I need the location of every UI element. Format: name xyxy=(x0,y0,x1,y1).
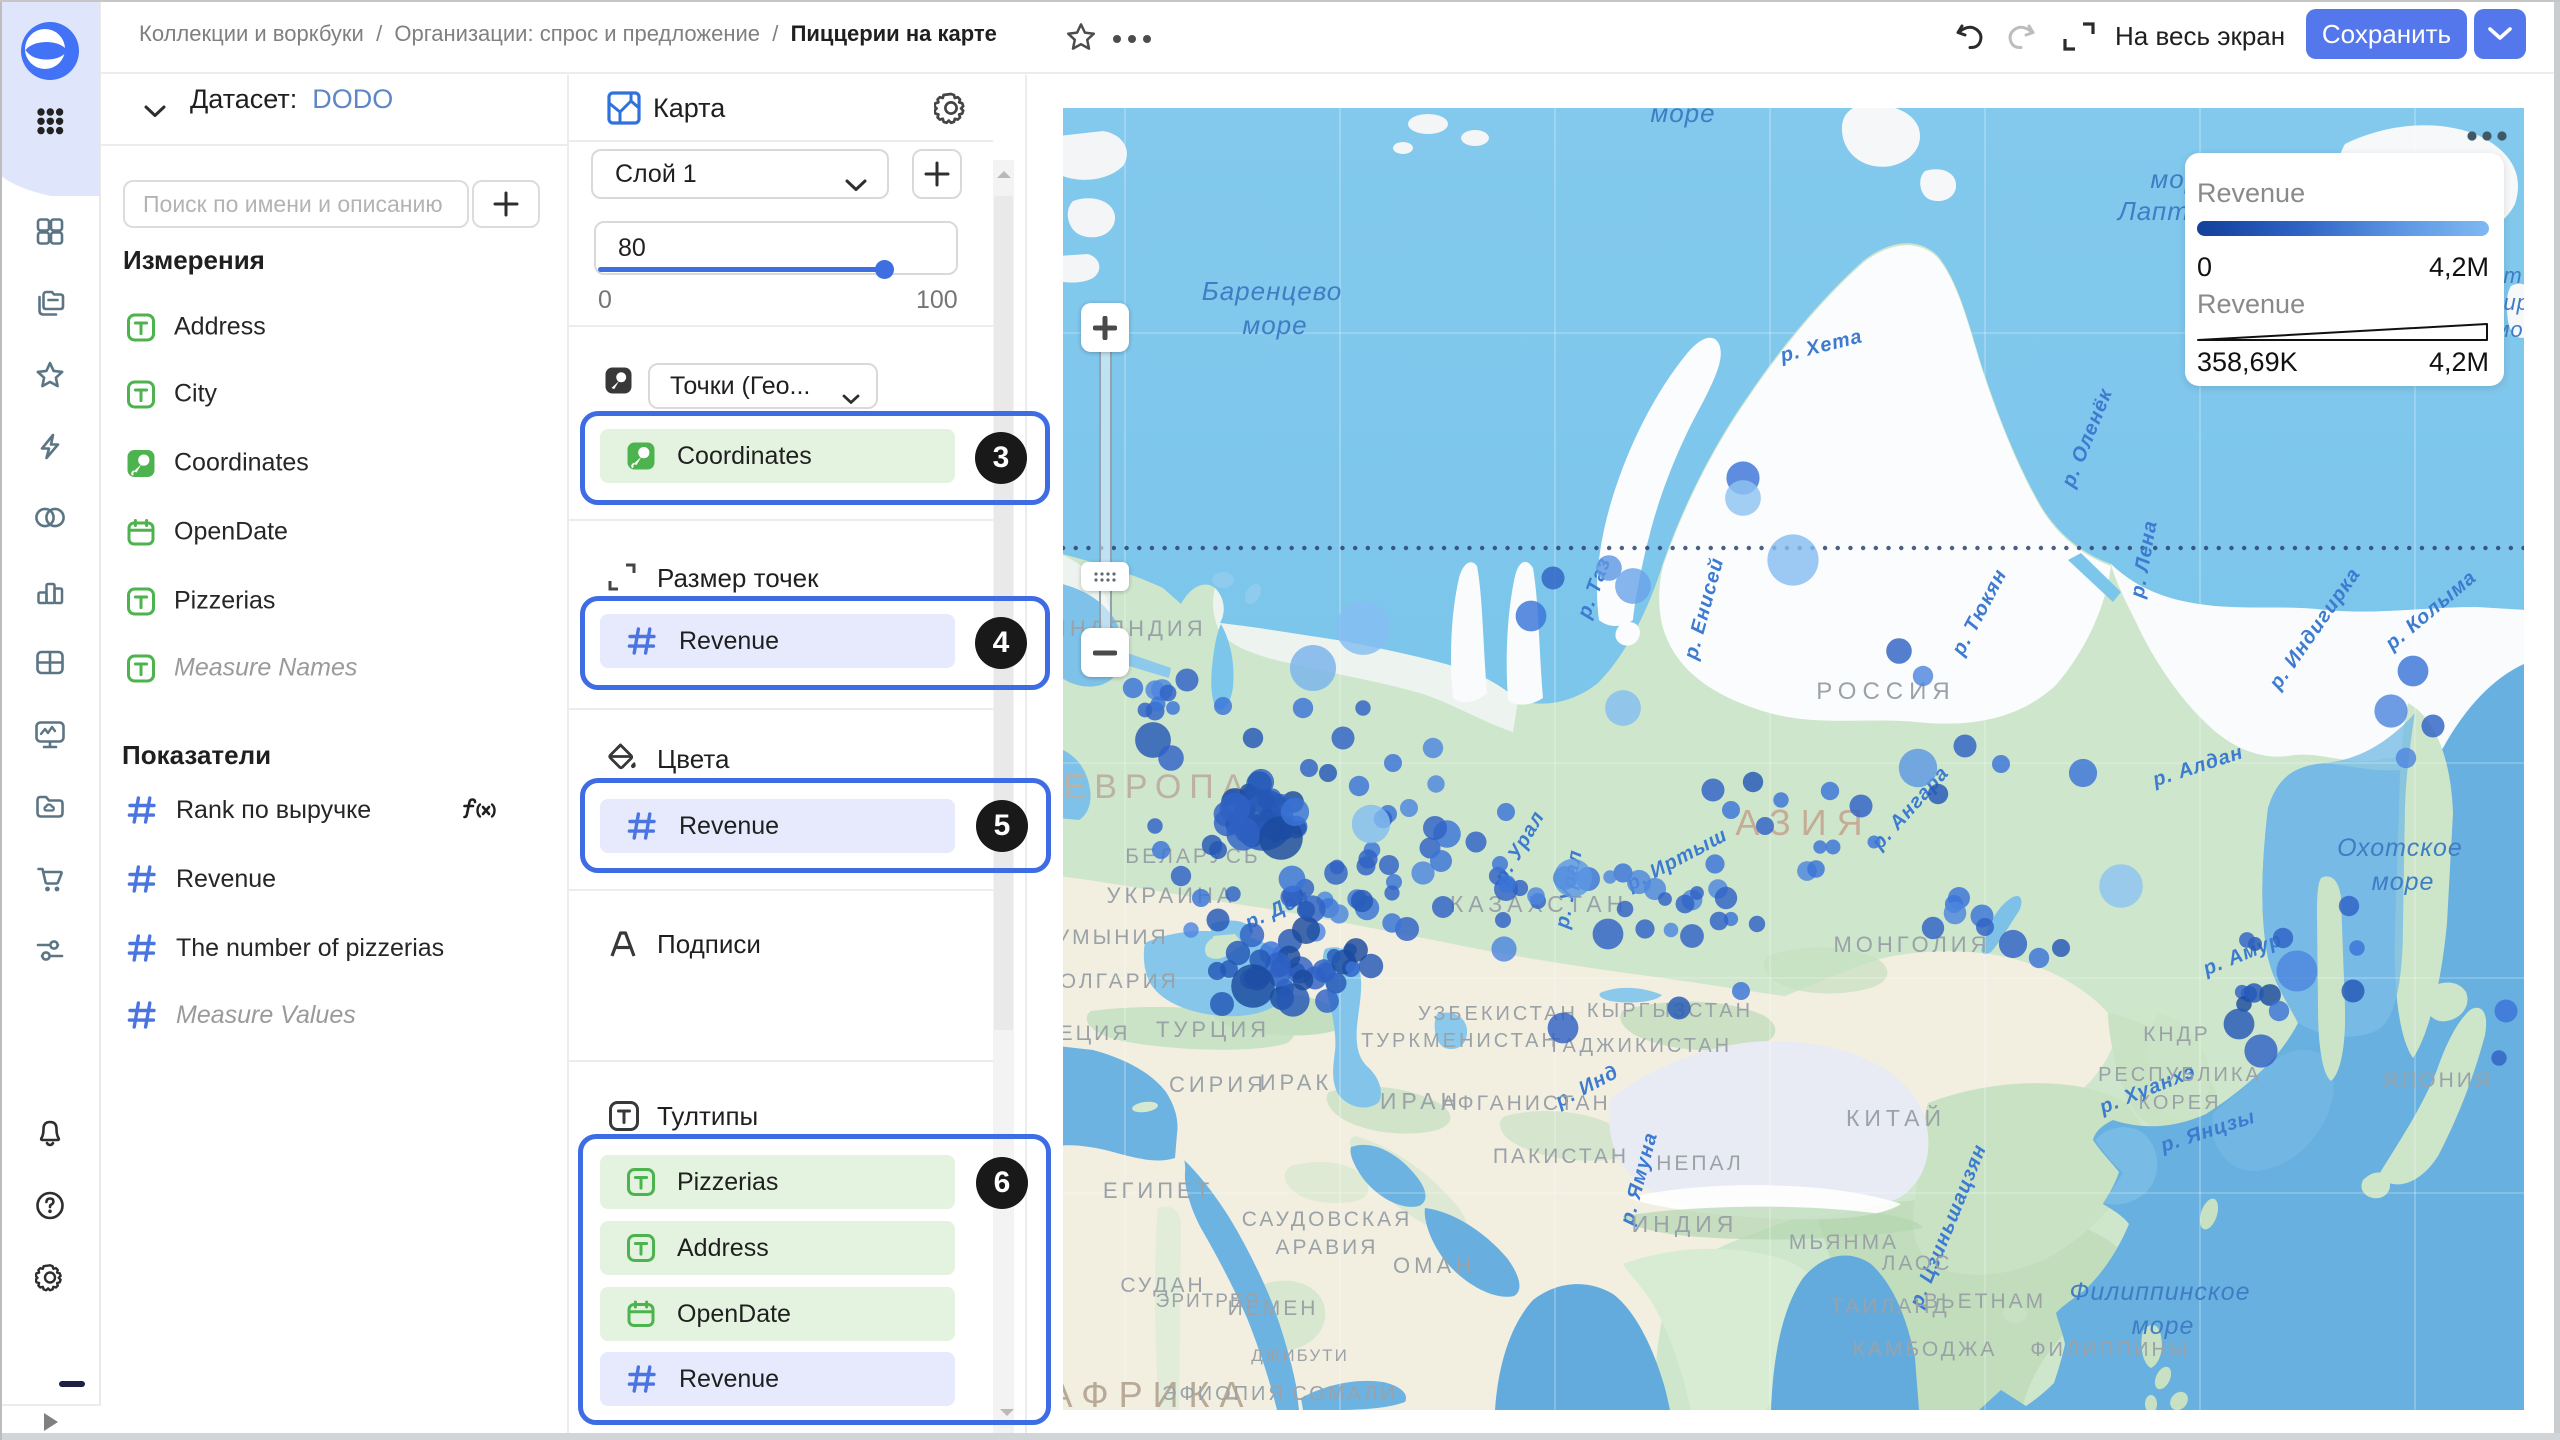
svg-text:САУДОВСКАЯ: САУДОВСКАЯ xyxy=(1242,1208,1413,1231)
svg-text:море: море xyxy=(1242,310,1307,340)
svg-text:ИНДИЯ: ИНДИЯ xyxy=(1632,1211,1739,1237)
svg-text:АРАВИЯ: АРАВИЯ xyxy=(1276,1236,1379,1259)
svg-text:СИРИЯ: СИРИЯ xyxy=(1169,1072,1267,1097)
svg-text:море: море xyxy=(2372,868,2435,896)
svg-text:море: море xyxy=(2132,1312,2195,1340)
svg-text:ФИЛИППИНЫ: ФИЛИППИНЫ xyxy=(2030,1339,2189,1361)
svg-text:ЭРИТРЕЯ: ЭРИТРЕЯ xyxy=(1156,1291,1261,1312)
svg-text:УКРАИНА: УКРАИНА xyxy=(1106,883,1235,908)
svg-text:Баренцево: Баренцево xyxy=(1202,276,1342,306)
svg-text:ЯПОНИЯ: ЯПОНИЯ xyxy=(2383,1069,2493,1092)
svg-text:море: море xyxy=(1650,108,1715,128)
svg-text:КНДР: КНДР xyxy=(2143,1023,2211,1046)
svg-text:ЛАОС: ЛАОС xyxy=(1882,1252,1953,1275)
svg-text:ДЖИБУТИ: ДЖИБУТИ xyxy=(1251,1346,1349,1365)
svg-text:БОЛГАРИЯ: БОЛГАРИЯ xyxy=(1063,970,1179,993)
svg-text:РОССИЯ: РОССИЯ xyxy=(1816,678,1955,705)
svg-text:КИТАЙ: КИТАЙ xyxy=(1846,1104,1946,1131)
svg-text:ВЬЕТНАМ: ВЬЕТНАМ xyxy=(1924,1290,2046,1313)
svg-text:МОНГОЛИЯ: МОНГОЛИЯ xyxy=(1833,932,1990,957)
svg-text:КАМБОДЖА: КАМБОДЖА xyxy=(1853,1338,1998,1361)
svg-text:РЕСПУБЛИКА: РЕСПУБЛИКА xyxy=(2098,1064,2262,1086)
svg-text:ТАДЖИКИСТАН: ТАДЖИКИСТАН xyxy=(1548,1035,1732,1057)
svg-text:ЭФИОПИЯ: ЭФИОПИЯ xyxy=(1162,1383,1286,1405)
svg-text:АФГАНИСТАН: АФГАНИСТАН xyxy=(1441,1092,1610,1115)
svg-text:ЕГИПЕТ: ЕГИПЕТ xyxy=(1103,1178,1213,1203)
svg-text:МЬЯНМА: МЬЯНМА xyxy=(1789,1231,1899,1254)
svg-text:НЕПАЛ: НЕПАЛ xyxy=(1656,1152,1744,1175)
svg-text:ИРАК: ИРАК xyxy=(1260,1070,1333,1095)
svg-text:КОРЕЯ: КОРЕЯ xyxy=(2138,1092,2221,1114)
svg-text:ОМАН: ОМАН xyxy=(1393,1253,1475,1278)
svg-text:ТУРЦИЯ: ТУРЦИЯ xyxy=(1156,1017,1270,1042)
svg-text:РУМЫНИЯ: РУМЫНИЯ xyxy=(1063,926,1169,949)
svg-text:СОМАЛИ: СОМАЛИ xyxy=(1292,1383,1398,1405)
svg-text:ТУРКМЕНИСТАН: ТУРКМЕНИСТАН xyxy=(1361,1030,1559,1052)
svg-text:Филиппинское: Филиппинское xyxy=(2069,1278,2250,1306)
svg-text:РЕЦИЯ: РЕЦИЯ xyxy=(1063,1022,1130,1045)
svg-text:ПАКИСТАН: ПАКИСТАН xyxy=(1493,1145,1629,1168)
svg-text:Охотское: Охотское xyxy=(2337,834,2463,862)
